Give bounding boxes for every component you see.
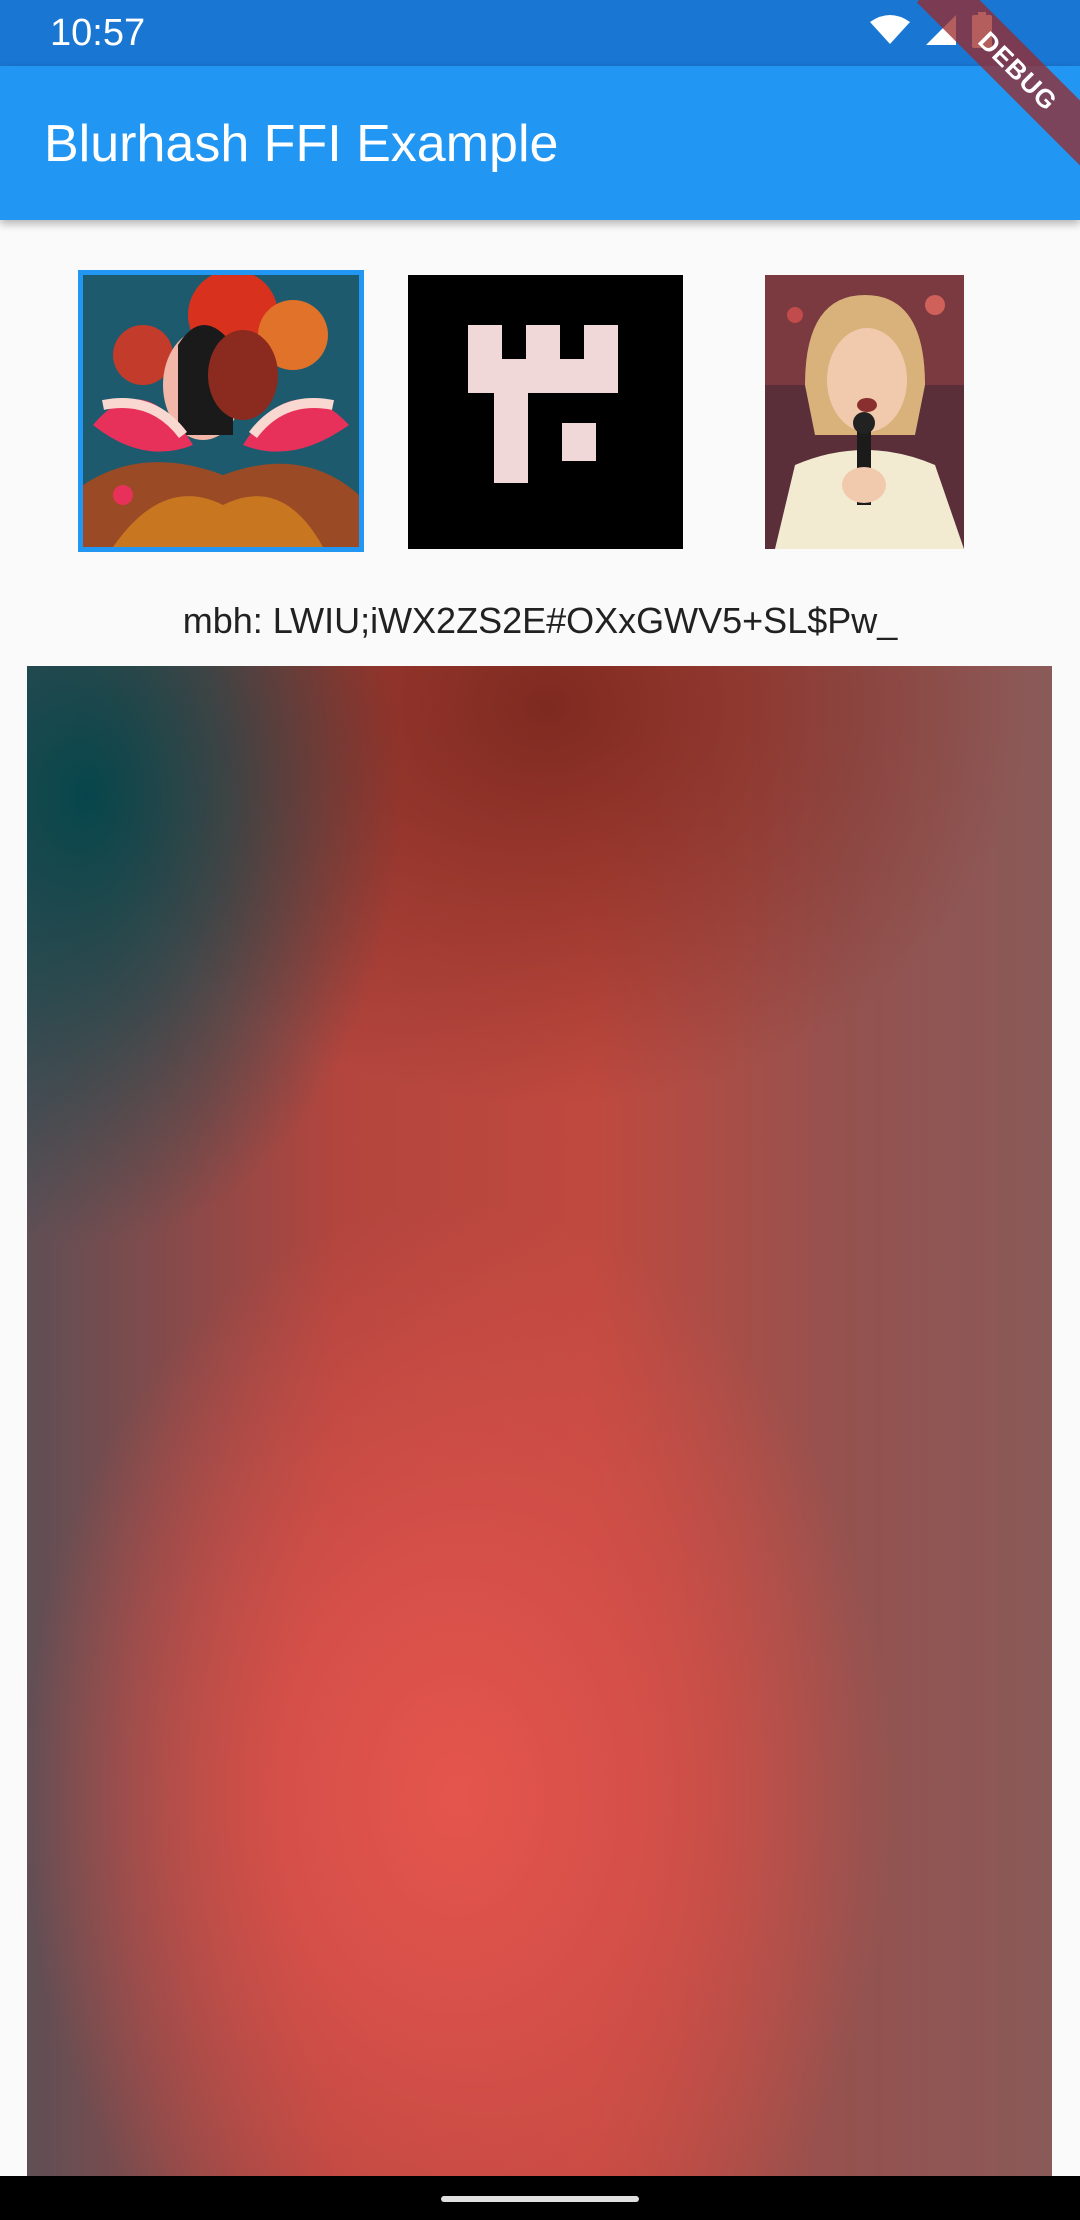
portrait-photo-thumbnail[interactable] [765,275,964,549]
blurhash-label: mbh: LWIU;iWX2ZS2E#OXxGWV5+SL$Pw_ [182,600,898,641]
pixel-glyph-thumbnail[interactable] [408,275,683,549]
illustration-thumbnail[interactable] [78,270,364,552]
home-gesture-handle[interactable] [441,2196,639,2202]
app-title: Blurhash FFI Example [44,115,559,173]
wifi-icon [870,14,910,51]
signal-icon [924,13,958,52]
battery-icon [972,11,992,53]
pixel-glyph-image [408,275,683,549]
status-time: 10:57 [50,12,146,54]
app-bar: Blurhash FFI Example [0,66,1080,220]
status-icons [870,11,992,53]
navigation-bar [0,2176,1080,2220]
illustration-image [83,275,359,547]
portrait-photo-image [765,275,964,549]
app-screen: 10:57 Blurhash FFI Example DEBUG mbh: LW… [0,0,1080,2220]
blurhash-preview-image [27,666,1052,2176]
status-bar: 10:57 [0,0,1080,66]
